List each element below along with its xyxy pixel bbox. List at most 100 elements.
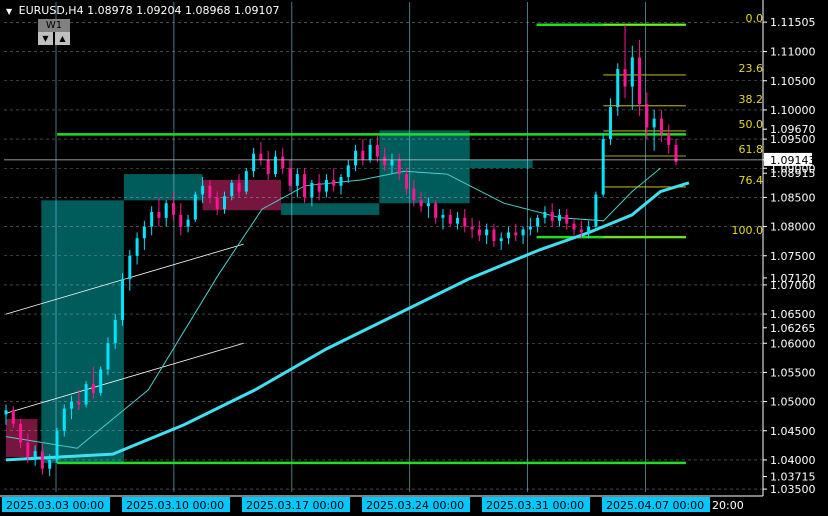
price-tick-label-10: 1.08000 (770, 221, 816, 234)
candle-body-78 (572, 223, 576, 230)
candle-body-51 (375, 144, 379, 157)
price-chart[interactable]: 0.0 23.6 38.2 50.0 61.8 76.4 100.0 1.11505 1.11… (0, 0, 828, 516)
candle-body-28 (208, 185, 212, 198)
candle-body-31 (230, 182, 234, 197)
candle-body-5 (40, 451, 44, 469)
price-tick-label-18: 1.05000 (770, 396, 816, 409)
candle-body-34 (252, 153, 256, 172)
fib-label-2: 38.2 (739, 93, 764, 106)
fib-label-0: 0.0 (746, 12, 764, 25)
candle-body-56 (412, 188, 416, 201)
price-tick-label-16: 1.06000 (770, 337, 816, 350)
price-tick-label-22: 1.03500 (770, 483, 816, 496)
candle-body-58 (426, 203, 430, 207)
candle-body-12 (91, 384, 95, 393)
time-axis[interactable]: 2025.03.03 00:00 2025.03.10 00:00 2025.03.… (0, 495, 828, 516)
candle-body-15 (113, 319, 117, 344)
candle-body-55 (405, 174, 409, 189)
candle-body-49 (361, 150, 365, 160)
candle-body-62 (456, 217, 460, 224)
candle-body-61 (448, 214, 452, 224)
candle-body-71 (521, 229, 525, 236)
candle-body-54 (397, 159, 401, 175)
candle-body-82 (601, 139, 605, 195)
candle-body-46 (339, 177, 343, 186)
price-tick-label-20: 1.04000 (770, 454, 816, 467)
price-tick-label-3: 1.10000 (770, 104, 816, 117)
candle-body-90 (659, 118, 663, 134)
candle-body-0 (4, 410, 8, 415)
candle-body-11 (84, 384, 88, 405)
timeframe-label[interactable]: W1 (38, 19, 70, 32)
chart-background (0, 0, 828, 516)
price-tick-label-0: 1.11505 (770, 16, 816, 29)
candle-body-38 (281, 156, 285, 169)
candle-body-86 (630, 57, 634, 87)
price-tick-label-5: 1.09500 (770, 133, 816, 146)
candle-body-47 (346, 165, 350, 177)
candle-body-3 (26, 442, 30, 457)
price-tick-label-21: 1.03715 (770, 471, 816, 484)
candle-body-1 (11, 410, 15, 424)
date-label-trailing: 20:00 (712, 499, 744, 512)
candle-body-37 (273, 156, 277, 175)
timeframe-down-icon[interactable]: ▼ (38, 32, 53, 45)
fib-label-5: 76.4 (739, 174, 764, 187)
candle-body-19 (142, 226, 146, 239)
zone-box-0 (41, 200, 124, 463)
candle-body-9 (70, 401, 74, 409)
candle-body-89 (652, 118, 656, 128)
candle-body-22 (164, 203, 168, 218)
candle-body-64 (470, 226, 474, 230)
price-tick-label-9: 1.08500 (770, 191, 816, 204)
fib-label-6: 100.0 (732, 224, 764, 237)
candle-body-83 (608, 107, 612, 140)
candle-body-73 (536, 217, 540, 227)
candle-body-10 (77, 401, 81, 405)
candle-body-76 (557, 214, 561, 221)
candle-body-70 (514, 232, 518, 236)
candle-body-67 (492, 229, 496, 242)
candle-body-18 (135, 238, 139, 256)
price-tick-label-19: 1.04500 (770, 425, 816, 438)
symbol-label: EURUSD,H4 (18, 4, 84, 17)
candle-body-2 (19, 423, 23, 443)
chevron-down-icon[interactable]: ▼ (6, 7, 12, 16)
price-tick-label-14: 1.06500 (770, 308, 816, 321)
candle-body-66 (485, 229, 489, 236)
candle-body-8 (62, 408, 66, 431)
candle-body-81 (594, 194, 598, 227)
candle-body-69 (507, 232, 510, 239)
candle-body-48 (354, 150, 358, 166)
price-tick-label-1: 1.11000 (770, 46, 816, 59)
candle-body-20 (150, 212, 154, 227)
zone-box-5 (469, 159, 533, 169)
price-tick-label-2: 1.10500 (770, 75, 816, 88)
candle-body-25 (186, 219, 190, 227)
candle-body-41 (303, 174, 307, 198)
timeframe-up-icon[interactable]: ▲ (55, 32, 70, 45)
candle-body-57 (419, 200, 423, 207)
candle-body-27 (201, 185, 205, 195)
candle-body-45 (332, 179, 336, 186)
candle-body-88 (645, 104, 649, 128)
candle-body-43 (317, 182, 321, 192)
candle-body-79 (579, 229, 583, 233)
candle-body-52 (383, 156, 387, 166)
date-label-4: 2025.03.31 00:00 (486, 499, 584, 512)
candle-body-24 (179, 214, 183, 227)
candle-body-4 (33, 451, 37, 457)
zone-box-4 (379, 130, 470, 204)
candle-body-75 (550, 212, 554, 221)
candle-body-44 (324, 179, 328, 192)
candle-body-14 (106, 343, 110, 370)
candle-body-7 (55, 430, 59, 460)
candle-body-30 (222, 196, 226, 210)
zone-box-1 (123, 174, 203, 201)
candle-body-13 (99, 369, 103, 393)
symbol-header: ▼ EURUSD,H4 1.08978 1.09204 1.08968 1.09… (6, 4, 280, 17)
timeframe-switcher[interactable]: W1 ▼ ▲ (38, 19, 70, 45)
candle-body-59 (434, 203, 438, 218)
date-label-3: 2025.03.24 00:00 (366, 499, 464, 512)
candle-body-74 (543, 212, 547, 218)
